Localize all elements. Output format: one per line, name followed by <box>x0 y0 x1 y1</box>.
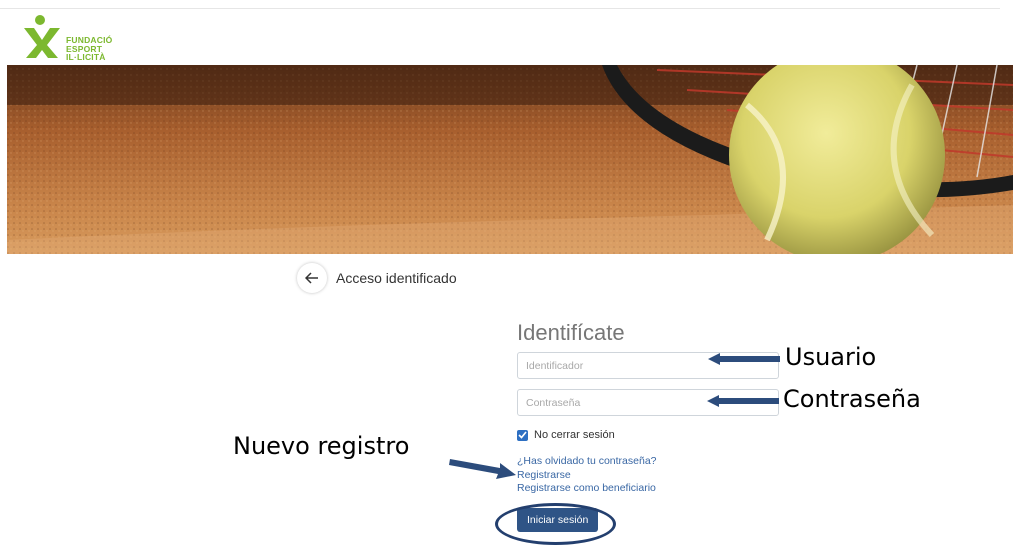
annotation-password-label: Contraseña <box>783 385 921 413</box>
login-form: Identifícate No cerrar sesión ¿Has olvid… <box>517 318 779 532</box>
remember-label: No cerrar sesión <box>534 429 615 441</box>
logo-x-icon <box>24 15 60 58</box>
forgot-password-link[interactable]: ¿Has olvidado tu contraseña? <box>517 455 779 469</box>
remember-checkbox[interactable] <box>517 429 528 441</box>
login-title: Identifícate <box>517 320 625 345</box>
register-beneficiary-link[interactable]: Registrarse como beneficiario <box>517 482 779 496</box>
register-link[interactable]: Registrarse <box>517 469 779 483</box>
logo-text: FUNDACIÓ ESPORT IL·LICITÀ <box>66 36 112 62</box>
annotation-new-registration-label: Nuevo registro <box>233 432 410 460</box>
foundation-logo[interactable]: FUNDACIÓ ESPORT IL·LICITÀ <box>22 14 132 62</box>
login-links: ¿Has olvidado tu contraseña? Registrarse… <box>517 455 779 496</box>
page-title: Acceso identificado <box>336 270 457 286</box>
annotation-circle-login <box>495 503 616 545</box>
top-divider <box>0 8 1000 9</box>
logo-line-3: IL·LICITÀ <box>66 52 106 62</box>
annotation-arrow-register <box>449 459 516 479</box>
remember-me[interactable]: No cerrar sesión <box>517 428 779 442</box>
back-button[interactable] <box>297 263 327 293</box>
annotation-user-label: Usuario <box>785 343 877 371</box>
check-icon <box>518 431 527 439</box>
arrow-left-icon <box>305 272 318 284</box>
annotation-arrow-user <box>708 353 780 365</box>
hero-banner-image <box>7 65 1013 254</box>
annotation-arrow-password <box>707 395 779 407</box>
page-header: Acceso identificado <box>297 263 457 293</box>
